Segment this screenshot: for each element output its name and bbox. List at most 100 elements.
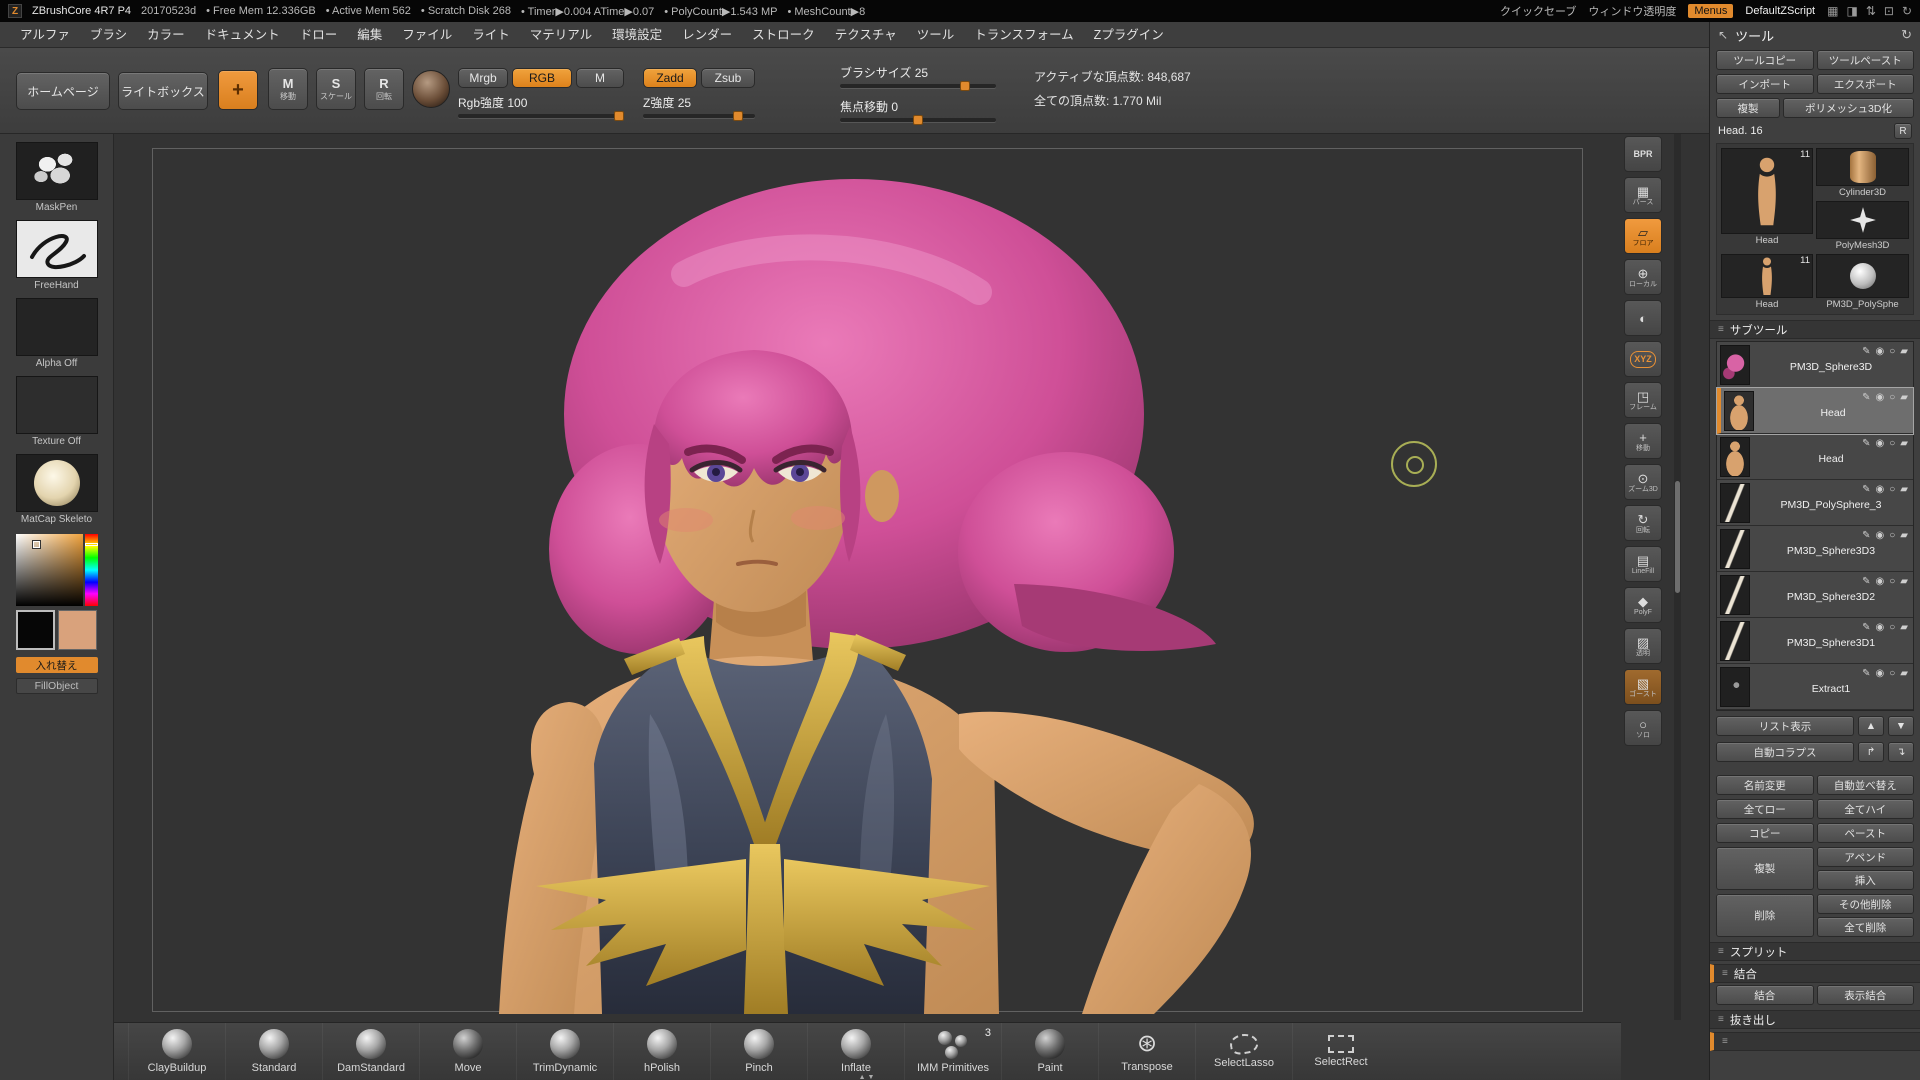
- sphere-icon[interactable]: ○: [1889, 622, 1895, 633]
- extract-section-header[interactable]: ≡ 抜き出し: [1710, 1010, 1920, 1029]
- current-stroke[interactable]: FreeHand: [16, 220, 98, 291]
- subtool-thumbnail[interactable]: [1720, 575, 1750, 615]
- subtool-thumbnail[interactable]: [1720, 483, 1750, 523]
- branch-down-button[interactable]: ↴: [1888, 742, 1914, 762]
- bpr-render-button[interactable]: BPR: [1624, 136, 1662, 172]
- current-texture[interactable]: Texture Off: [16, 376, 98, 447]
- eye-icon[interactable]: ◉: [1876, 346, 1885, 357]
- rgb-button[interactable]: RGB: [512, 68, 572, 88]
- zadd-button[interactable]: Zadd: [643, 68, 697, 88]
- rotate-gyro-button[interactable]: R 回転: [364, 68, 404, 110]
- insert-button[interactable]: 挿入: [1817, 870, 1915, 890]
- brush-size-handle[interactable]: [960, 81, 970, 91]
- cylinder3d-tool[interactable]: Cylinder3D: [1816, 148, 1909, 198]
- pivot-button[interactable]: ◐: [1624, 300, 1662, 336]
- merge-down-button[interactable]: 結合: [1716, 985, 1814, 1005]
- r-button[interactable]: R: [1894, 123, 1912, 139]
- brush-trimdynamic[interactable]: TrimDynamic: [516, 1023, 613, 1080]
- z-intensity-slider[interactable]: Z強度 25: [643, 94, 755, 118]
- menu-texture[interactable]: テクスチャ: [825, 22, 907, 48]
- auto-collapse-button[interactable]: 自動コラプス: [1716, 742, 1854, 762]
- brush-selectrect[interactable]: SelectRect: [1292, 1023, 1389, 1080]
- solo-button[interactable]: ○ ソロ: [1624, 710, 1662, 746]
- brush-icon[interactable]: ▰: [1900, 438, 1908, 449]
- subtool-section-header[interactable]: ≡ サブツール: [1710, 320, 1920, 339]
- material-thumbnail[interactable]: [16, 454, 98, 512]
- subtool-thumbnail[interactable]: [1720, 529, 1750, 569]
- subtool-thumbnail[interactable]: [1724, 391, 1754, 431]
- lightbox-button[interactable]: ライトボックス: [118, 72, 208, 110]
- append-button[interactable]: アペンド: [1817, 847, 1915, 867]
- canvas-scrollbar-thumb[interactable]: [1675, 481, 1680, 593]
- subtool-thumbnail[interactable]: [1720, 345, 1750, 385]
- branch-right-button[interactable]: ↱: [1858, 742, 1884, 762]
- current-alpha[interactable]: Alpha Off: [16, 298, 98, 369]
- subtool-down-button[interactable]: ▼: [1888, 716, 1914, 736]
- brush-standard[interactable]: Standard: [225, 1023, 322, 1080]
- subtool-up-button[interactable]: ▲: [1858, 716, 1884, 736]
- subtool-thumbnail[interactable]: [1720, 621, 1750, 661]
- brush-pinch[interactable]: Pinch: [710, 1023, 807, 1080]
- menu-edit[interactable]: 編集: [347, 22, 392, 48]
- delete-all-button[interactable]: 全て削除: [1817, 917, 1915, 937]
- floor-button[interactable]: ▱ フロア: [1624, 218, 1662, 254]
- subtool-thumbnail[interactable]: [1720, 437, 1750, 477]
- brush-size-slider[interactable]: ブラシサイズ 25: [840, 64, 996, 88]
- menu-document[interactable]: ドキュメント: [195, 22, 290, 48]
- active-tool-thumbnail[interactable]: 11 Head: [1721, 148, 1813, 251]
- rgb-intensity-handle[interactable]: [614, 111, 624, 121]
- eye-icon[interactable]: ◉: [1876, 576, 1885, 587]
- sphere-icon[interactable]: ○: [1889, 484, 1895, 495]
- subtool-item[interactable]: ✎ ◉ ○ ▰ Extract1: [1717, 664, 1913, 710]
- palette-icon[interactable]: ▦: [1827, 4, 1838, 18]
- zsub-button[interactable]: Zsub: [701, 68, 755, 88]
- auto-reorder-button[interactable]: 自動並べ替え: [1817, 775, 1915, 795]
- brush-thumbnail[interactable]: [16, 142, 98, 200]
- ghost-button[interactable]: ▧ ゴースト: [1624, 669, 1662, 705]
- edit-icon[interactable]: ✎: [1862, 530, 1870, 541]
- brush-move[interactable]: Move: [419, 1023, 516, 1080]
- brush-paint[interactable]: Paint: [1001, 1023, 1098, 1080]
- duplicate-button[interactable]: 複製: [1716, 847, 1814, 890]
- menu-stroke[interactable]: ストローク: [742, 22, 825, 48]
- hue-selector[interactable]: [85, 543, 98, 546]
- all-low-button[interactable]: 全てロー: [1716, 799, 1814, 819]
- subtool-item[interactable]: ✎ ◉ ○ ▰ PM3D_Sphere3D1: [1717, 618, 1913, 664]
- alpha-thumbnail[interactable]: [16, 298, 98, 356]
- menu-color[interactable]: カラー: [137, 22, 195, 48]
- sphere-icon[interactable]: ○: [1889, 668, 1895, 679]
- edit-icon[interactable]: ✎: [1862, 438, 1870, 449]
- m-button[interactable]: M: [576, 68, 624, 88]
- sphere-icon[interactable]: ○: [1889, 438, 1895, 449]
- menu-alpha[interactable]: アルファ: [10, 22, 80, 48]
- saturation-value-square[interactable]: [16, 534, 83, 606]
- move-canvas-button[interactable]: + 移動: [1624, 423, 1662, 459]
- menu-file[interactable]: ファイル: [392, 22, 462, 48]
- edit-icon[interactable]: ✎: [1862, 346, 1870, 357]
- current-material-icon[interactable]: [412, 70, 450, 108]
- sphere-icon[interactable]: ○: [1889, 392, 1895, 403]
- brush-icon[interactable]: ▰: [1900, 392, 1908, 403]
- eye-icon[interactable]: ◉: [1876, 392, 1885, 403]
- secondary-color-swatch[interactable]: [58, 610, 97, 650]
- menu-zplugin[interactable]: Zプラグイン: [1084, 22, 1174, 48]
- subtool-copy-button[interactable]: コピー: [1716, 823, 1814, 843]
- menu-transform[interactable]: トランスフォーム: [964, 22, 1083, 48]
- tool-copy-button[interactable]: ツールコピー: [1716, 50, 1814, 70]
- main-color-swatch[interactable]: [16, 610, 55, 650]
- current-brush[interactable]: MaskPen: [16, 142, 98, 213]
- brush-imm-primitives[interactable]: 3 IMM Primitives: [904, 1023, 1001, 1080]
- transparent-button[interactable]: ▨ 透明: [1624, 628, 1662, 664]
- edit-icon[interactable]: ✎: [1862, 484, 1870, 495]
- menu-brush[interactable]: ブラシ: [80, 22, 137, 48]
- merge-visible-button[interactable]: 表示結合: [1817, 985, 1915, 1005]
- menu-draw[interactable]: ドロー: [290, 22, 348, 48]
- zscript-label[interactable]: DefaultZScript: [1745, 5, 1815, 17]
- subtool-thumbnail[interactable]: [1720, 667, 1750, 707]
- delete-other-button[interactable]: その他削除: [1817, 894, 1915, 914]
- split-section-header[interactable]: ≡ スプリット: [1710, 942, 1920, 961]
- z-intensity-handle[interactable]: [733, 111, 743, 121]
- stroke-thumbnail[interactable]: [16, 220, 98, 278]
- perspective-button[interactable]: ▦ パース: [1624, 177, 1662, 213]
- focal-shift-handle[interactable]: [913, 115, 923, 125]
